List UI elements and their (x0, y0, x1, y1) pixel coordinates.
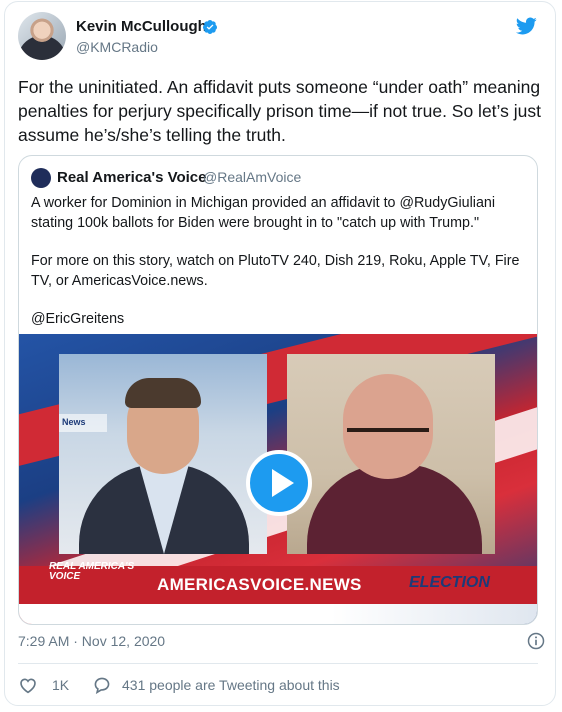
play-button[interactable] (246, 450, 312, 516)
quoted-mention[interactable]: @EricGreitens (31, 310, 531, 330)
info-icon[interactable] (526, 631, 546, 651)
quoted-author-avatar[interactable] (31, 168, 51, 188)
speech-bubble-icon[interactable] (92, 676, 112, 694)
person-left-hair (125, 378, 201, 408)
conversation-link[interactable]: 431 people are Tweeting about this (122, 677, 340, 693)
author-handle[interactable]: @KMCRadio (76, 39, 158, 55)
quoted-paragraph: A worker for Dominion in Michigan provid… (31, 195, 496, 231)
heart-icon[interactable] (18, 676, 38, 694)
author-avatar[interactable] (18, 12, 66, 60)
tweet-actions: 1K 431 people are Tweeting about this (18, 674, 538, 696)
verified-badge-icon (202, 20, 217, 34)
person-right-head (343, 374, 433, 479)
video-panel-right (287, 354, 495, 554)
lower-third-strip (19, 604, 537, 624)
brand-logo: REAL AMERICA'S VOICE (49, 561, 135, 582)
tweet-header: Kevin McCullough @KMCRadio (18, 12, 538, 64)
quoted-paragraph: For more on this story, watch on PlutoTV… (31, 253, 520, 289)
election-tag: ELECTION (409, 574, 490, 591)
site-url: AMERICASVOICE.NEWS (157, 575, 362, 594)
person-right-glasses (347, 428, 429, 446)
quoted-tweet-text: A worker for Dominion in Michigan provid… (31, 194, 531, 349)
tweet-text: For the uninitiated. An affidavit puts s… (18, 77, 541, 145)
video-panel-left: News (59, 354, 267, 554)
like-count[interactable]: 1K (52, 677, 69, 693)
quoted-tweet-header: Real America's Voice @RealAmVoice (31, 168, 531, 188)
quoted-author-handle[interactable]: @RealAmVoice (203, 169, 301, 185)
divider (18, 663, 538, 664)
video-player[interactable]: News REAL AMERICA'S VOICE AMERICASVOICE.… (19, 334, 537, 624)
tweet-timestamp[interactable]: 7:29 AM · Nov 12, 2020 (18, 633, 165, 649)
quoted-author-name[interactable]: Real America's Voice (57, 169, 206, 186)
quoted-tweet[interactable]: Real America's Voice @RealAmVoice A work… (18, 155, 538, 625)
news-sign: News (59, 414, 107, 432)
play-icon (272, 469, 294, 497)
twitter-bird-icon[interactable] (514, 15, 538, 37)
author-name[interactable]: Kevin McCullough (76, 18, 207, 35)
